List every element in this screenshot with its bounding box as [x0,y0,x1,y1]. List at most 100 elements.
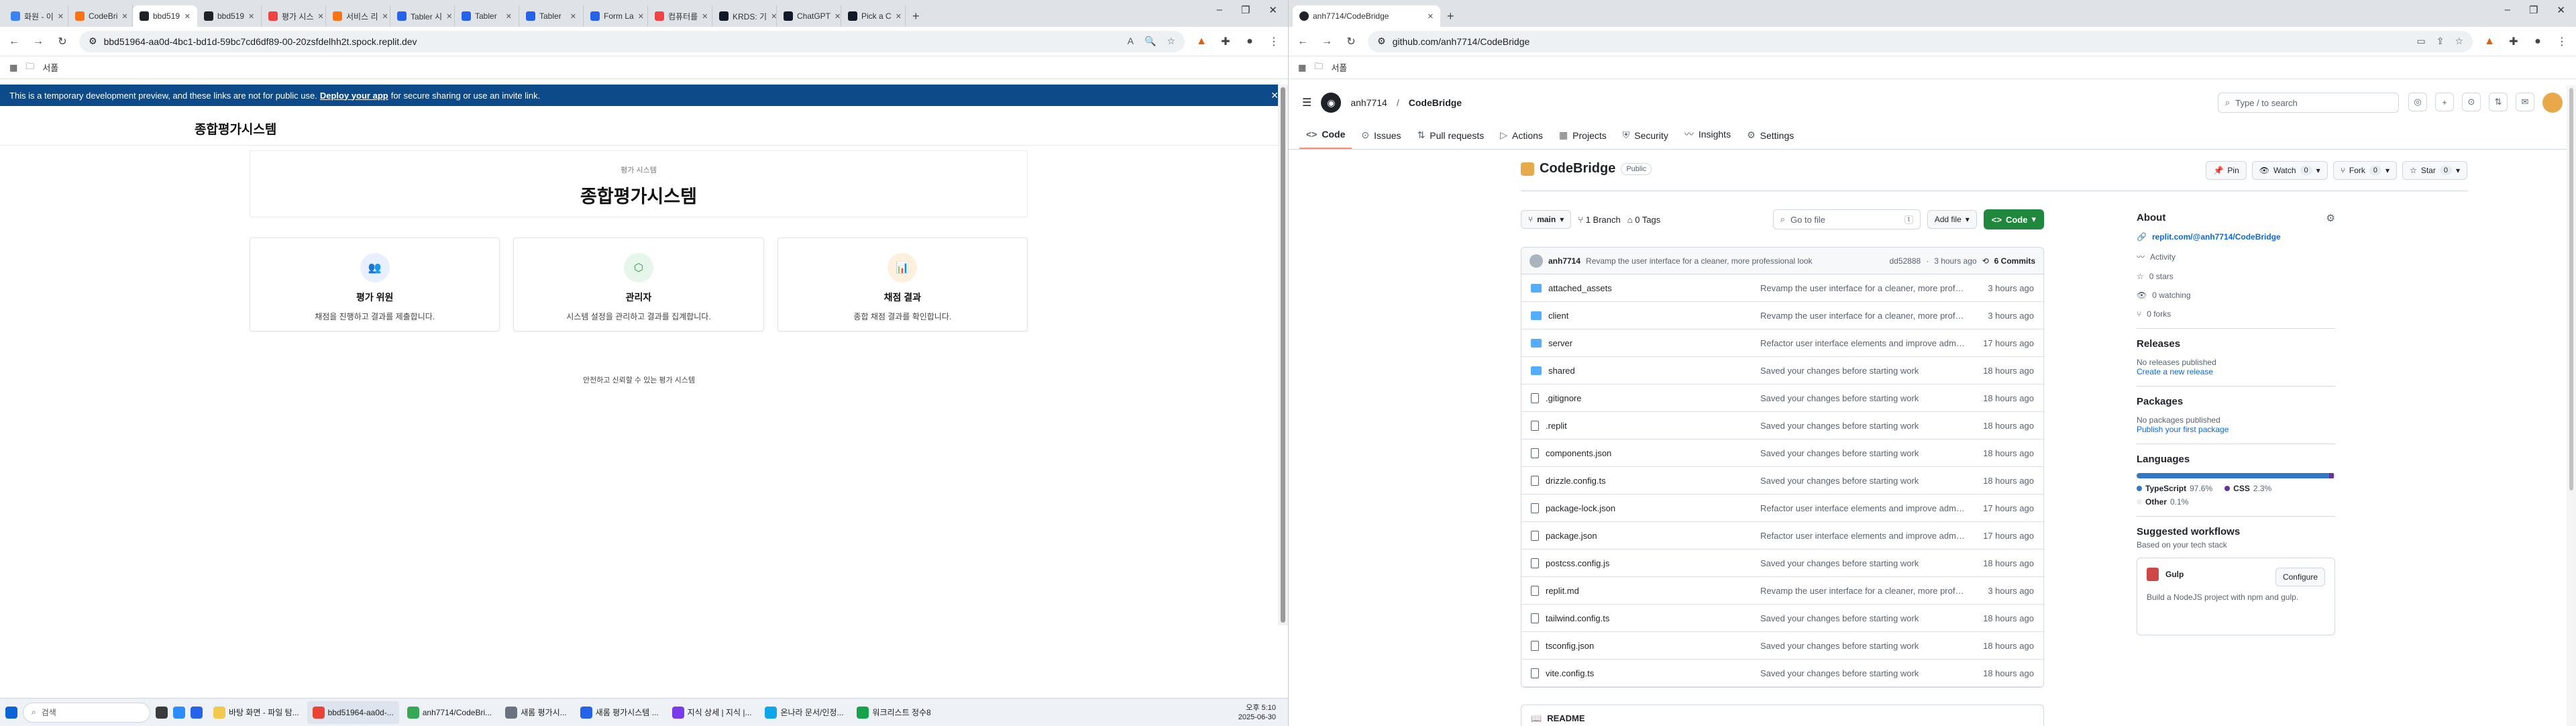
file-row[interactable]: package.json Refactor user interface elem… [1521,522,2043,550]
tab-settings[interactable]: ⚙ Settings [1740,129,1801,149]
copilot-icon[interactable] [173,706,185,719]
pull-requests-icon[interactable]: ⇅ [2489,93,2508,111]
deploy-link[interactable]: Deploy your app [320,91,388,101]
task-view-icon[interactable] [156,706,168,719]
file-row[interactable]: shared Saved your changes before starting… [1521,357,2043,384]
browser-tab[interactable]: bbd519 ✕ [197,5,262,27]
tags-link[interactable]: ⌂ 0 Tags [1627,215,1661,225]
file-name[interactable]: vite.config.ts [1546,668,1594,678]
close-icon[interactable]: ✕ [896,12,902,21]
file-commit-message[interactable]: Refactor user interface elements and imp… [1760,531,1966,541]
puzzle-icon[interactable]: ✚ [1218,35,1233,48]
apps-icon[interactable]: ▦ [1298,62,1306,73]
role-card[interactable]: ⬡ 관리자 시스템 설정을 관리하고 결과를 집계합니다. [513,238,764,331]
commit-message[interactable]: Revamp the user interface for a cleaner,… [1586,256,1884,266]
forward-icon[interactable]: → [1320,36,1334,48]
tab-insights[interactable]: 〰 Insights [1678,127,1737,149]
clock[interactable]: 오후 5:10 2025-06-30 [1238,703,1283,722]
about-stat[interactable]: 👁 0 watching [2137,291,2335,300]
publish-package-link[interactable]: Publish your first package [2137,425,2335,434]
taskbar-app[interactable]: anh7714/CodeBri... [402,701,497,724]
file-row[interactable]: drizzle.config.ts Saved your changes befo… [1521,467,2043,495]
hamburger-icon[interactable]: ☰ [1302,96,1311,109]
close-icon[interactable]: ✕ [771,12,776,21]
repo-name[interactable]: CodeBridge [1540,161,1615,176]
file-commit-message[interactable]: Revamp the user interface for a cleaner,… [1760,586,1966,596]
menu-icon[interactable]: ⋮ [1267,35,1281,48]
browser-tab[interactable]: 평가 시스 ✕ [262,5,326,27]
file-name[interactable]: components.json [1546,448,1611,458]
new-tab-button[interactable]: + [906,5,926,27]
avatar[interactable] [1529,254,1543,268]
puzzle-icon[interactable]: ✚ [2506,35,2521,48]
create-release-link[interactable]: Create a new release [2137,367,2335,376]
close-icon[interactable]: ✕ [248,12,254,21]
file-row[interactable]: .gitignore Saved your changes before star… [1521,384,2043,412]
tab-actions[interactable]: ▷ Actions [1493,129,1550,149]
commits-link[interactable]: 6 Commits [1994,256,2035,266]
file-commit-message[interactable]: Saved your changes before starting work [1760,668,1966,678]
file-name[interactable]: tsconfig.json [1546,641,1594,651]
close-icon[interactable]: ✕ [2557,4,2565,16]
about-stat[interactable]: ☆ 0 stars [2137,272,2335,281]
about-stat[interactable]: ⑂ 0 forks [2137,309,2335,319]
bookmark-star-icon[interactable]: ☆ [1167,36,1175,47]
add-file-button[interactable]: Add file ▾ [1927,210,1977,229]
file-row[interactable]: package-lock.json Refactor user interface… [1521,495,2043,522]
site-info-icon[interactable]: ⚙ [89,36,97,47]
go-to-file-input[interactable]: ⌕ Go to file t [1772,209,1921,229]
inbox-icon[interactable]: ✉ [2516,93,2534,111]
taskbar-app[interactable]: bbd51964-aa0d-... [307,701,399,724]
file-name[interactable]: replit.md [1546,586,1579,596]
file-name[interactable]: server [1548,338,1572,348]
taskbar-app[interactable]: 온나라 문서/인정... [759,701,849,724]
star-button[interactable]: ☆ Star 0 ▾ [2402,161,2467,180]
close-icon[interactable]: ✕ [702,12,708,21]
translate-icon[interactable]: A [1128,36,1134,47]
reload-icon[interactable]: ↻ [55,35,70,48]
file-commit-message[interactable]: Revamp the user interface for a cleaner,… [1760,311,1966,321]
repo-link[interactable]: CodeBridge [1409,97,1462,108]
file-row[interactable]: postcss.config.js Saved your changes befo… [1521,550,2043,577]
file-row[interactable]: tsconfig.json Saved your changes before s… [1521,632,2043,660]
maximize-icon[interactable]: ❐ [1241,4,1250,16]
file-name[interactable]: package-lock.json [1546,503,1615,513]
tab-code[interactable]: <> Code [1299,129,1352,149]
file-row[interactable]: tailwind.config.ts Saved your changes bef… [1521,605,2043,632]
file-name[interactable]: client [1548,311,1568,321]
file-commit-message[interactable]: Saved your changes before starting work [1760,558,1966,568]
file-commit-message[interactable]: Saved your changes before starting work [1760,421,1966,431]
issues-icon[interactable]: ⊙ [2462,93,2481,111]
browser-tab[interactable]: bbd519 ✕ [133,5,197,27]
commit-hash[interactable]: dd52888 [1889,256,1921,266]
readme-header[interactable]: 📖 README [1521,705,2044,726]
windows-start-icon[interactable] [5,706,17,719]
file-name[interactable]: postcss.config.js [1546,558,1609,568]
share-icon[interactable]: ⇪ [2436,36,2445,47]
close-icon[interactable]: ✕ [446,12,452,21]
create-new-icon[interactable]: + [2435,93,2454,111]
url-field[interactable]: ⚙ github.com/anh7714/CodeBridge ▭ ⇪ ☆ [1368,30,2473,52]
apps-icon[interactable]: ▦ [9,62,17,73]
close-icon[interactable]: ✕ [570,12,576,21]
gear-icon[interactable]: ⚙ [2326,212,2335,224]
close-icon[interactable]: ✕ [506,12,512,21]
branch-select[interactable]: ⑂ main ▾ [1521,210,1572,229]
code-button[interactable]: <> Code ▾ [1983,209,2044,229]
close-icon[interactable]: ✕ [638,12,644,21]
configure-button[interactable]: Configure [2275,568,2325,586]
close-icon[interactable]: ✕ [58,12,64,21]
tab-issues[interactable]: ⊙ Issues [1354,129,1407,149]
language-item[interactable]: TypeScript 97.6% [2137,484,2212,493]
language-item[interactable]: Other 0.1% [2137,497,2188,507]
homepage-link[interactable]: replit.com/@anh7714/CodeBridge [2152,232,2281,242]
file-name[interactable]: .replit [1546,421,1567,431]
copilot-icon[interactable]: ◎ [2408,93,2427,111]
scrollbar[interactable] [1278,85,1288,625]
close-icon[interactable]: ✕ [318,12,324,21]
reload-icon[interactable]: ↻ [1344,35,1358,48]
browser-tab[interactable]: 서비스 리 ✕ [326,5,390,27]
profile-icon[interactable]: ● [2530,36,2545,48]
file-row[interactable]: attached_assets Revamp the user interface… [1521,274,2043,302]
extension-icon[interactable]: ▲ [2482,36,2497,48]
